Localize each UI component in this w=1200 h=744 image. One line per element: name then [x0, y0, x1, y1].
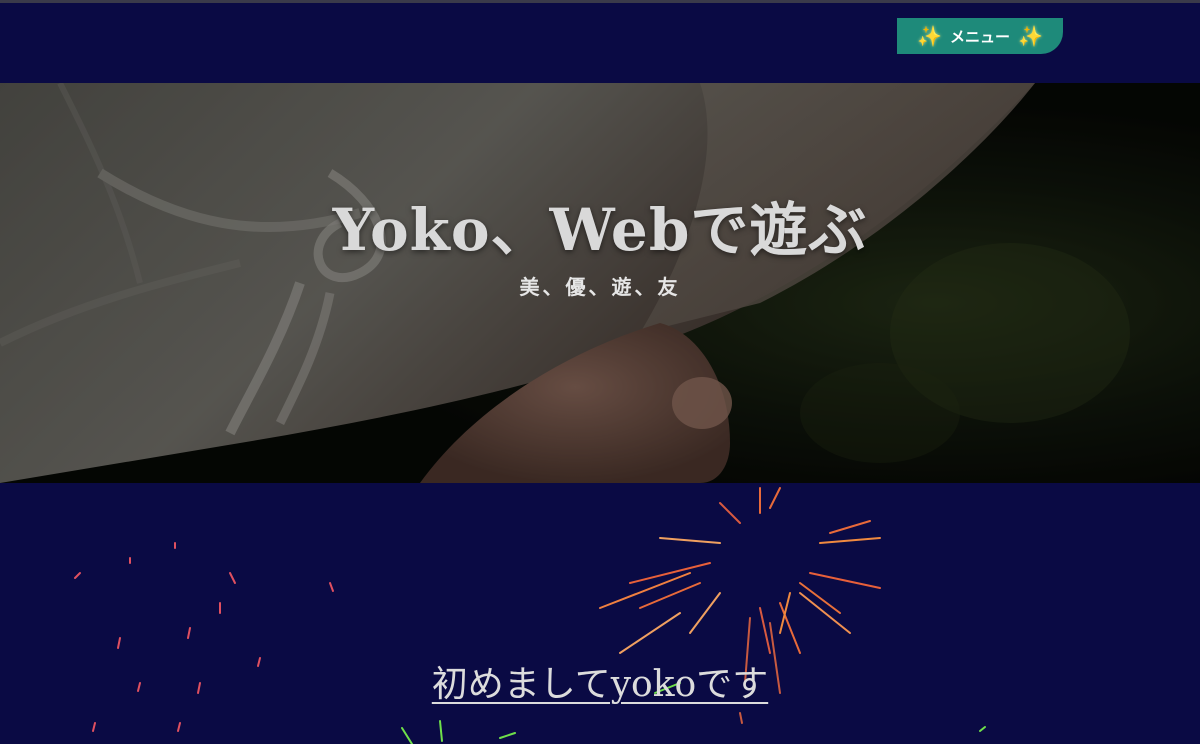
sparkles-icon: ✨ — [917, 24, 942, 48]
site-tagline: 美、優、遊、友 — [519, 275, 681, 299]
intro-heading-link[interactable]: 初めましてyokoです — [0, 655, 1200, 707]
sparkles-icon: ✨ — [1018, 24, 1043, 48]
main-content: 初めましてyokoです — [0, 483, 1200, 744]
page: ✨ メニュー ✨ Yoko、Webで遊ぶ 美、優、遊、友 初めましてyokoです — [0, 0, 1200, 744]
hero-banner: Yoko、Webで遊ぶ 美、優、遊、友 — [0, 83, 1200, 483]
menu-label: メニュー — [949, 27, 1010, 46]
site-title[interactable]: Yoko、Webで遊ぶ — [0, 183, 1200, 267]
site-header: ✨ メニュー ✨ — [0, 3, 1200, 83]
menu-button[interactable]: ✨ メニュー ✨ — [897, 18, 1063, 54]
